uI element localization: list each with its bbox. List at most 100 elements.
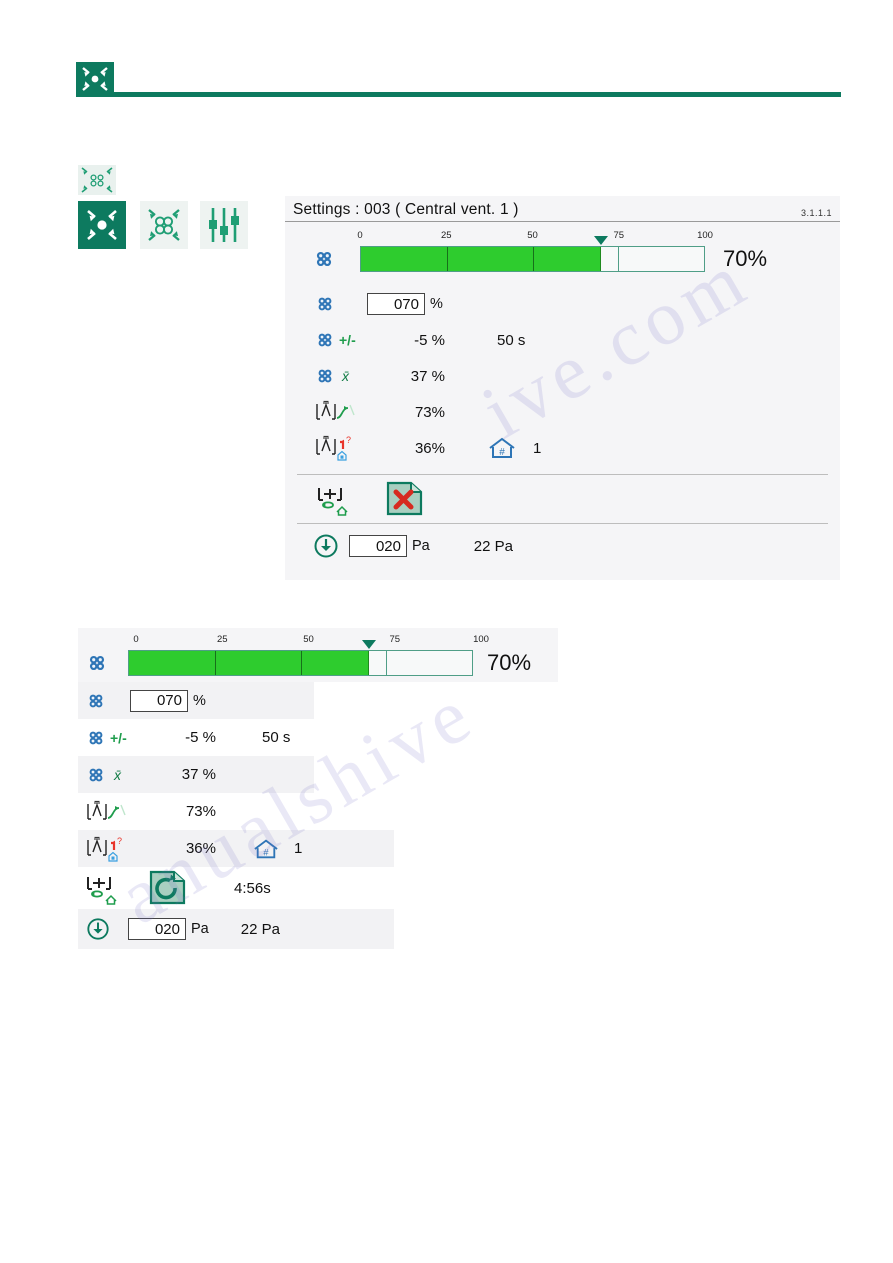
fan-delta-value: -5 % bbox=[414, 331, 445, 349]
bar-segment-divider bbox=[618, 246, 620, 272]
settings-panel: Settings : 003 ( Central vent. 1 ) 3.1.1… bbox=[285, 196, 840, 580]
pressure-actual-value: 22 Pa bbox=[240, 920, 280, 938]
fan-icon bbox=[78, 691, 120, 711]
fan-speed-bar-block: 0 25 50 75 100 70% bbox=[285, 222, 840, 272]
pressure-actual-value: 22 Pa bbox=[473, 537, 513, 555]
bar-tick: 25 bbox=[440, 230, 452, 241]
average-label: x̄ bbox=[342, 368, 349, 384]
fan-plusminus-icon: +/- bbox=[285, 330, 371, 350]
sliders-icon[interactable] bbox=[200, 201, 248, 249]
bar-tick: 50 bbox=[527, 230, 538, 241]
fan-icon bbox=[285, 294, 343, 314]
pressure-unit: Pa bbox=[191, 921, 209, 937]
fan-average-icon: x̄ bbox=[78, 765, 154, 785]
bar-marker-icon bbox=[594, 236, 609, 245]
bar-tick: 75 bbox=[389, 634, 401, 645]
table-row: +/- -5 % 50 s bbox=[285, 322, 840, 358]
svg-text:?: ? bbox=[346, 435, 351, 445]
curve-query-value: 36% bbox=[414, 439, 445, 457]
curve-rise-icon bbox=[285, 399, 371, 425]
plusminus-label: +/- bbox=[110, 729, 127, 746]
fan-speed-bar[interactable] bbox=[360, 236, 705, 272]
table-row: 020 Pa 22 Pa bbox=[285, 524, 840, 568]
fan-speed-bar[interactable] bbox=[128, 640, 473, 676]
fan-contract-icon[interactable] bbox=[140, 201, 188, 249]
bar-segment-divider bbox=[300, 651, 302, 675]
table-row bbox=[285, 475, 840, 523]
header-divider bbox=[76, 92, 841, 97]
table-row: 73% bbox=[285, 394, 840, 430]
vent-cross-icon bbox=[82, 67, 108, 91]
fan-setpoint-unit: % bbox=[430, 296, 443, 312]
loop-house-icon bbox=[285, 482, 371, 516]
fan-delta-value: -5 % bbox=[185, 729, 216, 746]
pressure-unit: Pa bbox=[412, 538, 430, 554]
table-row: +/- -5 % 50 s bbox=[78, 719, 394, 756]
bar-segment-divider bbox=[532, 247, 534, 271]
fan-delta-time: 50 s bbox=[497, 331, 526, 349]
fan-speed-value: 70% bbox=[487, 650, 532, 675]
curve-rise-value: 73% bbox=[185, 803, 216, 820]
curve-query-house-icon: ? bbox=[78, 834, 154, 864]
bar-fill bbox=[129, 651, 370, 675]
fan-average-value: 37 % bbox=[181, 766, 216, 783]
table-row: 020 Pa 22 Pa bbox=[78, 909, 394, 949]
pressure-down-icon bbox=[78, 917, 124, 941]
svg-text:#: # bbox=[499, 447, 505, 458]
table-row: ? 36% # 1 bbox=[285, 430, 840, 466]
dot-contract-icon[interactable] bbox=[78, 201, 126, 249]
bar-segment-divider bbox=[446, 247, 448, 271]
fan-plusminus-icon: +/- bbox=[78, 728, 154, 748]
fan-speed-row: 70% bbox=[307, 236, 840, 272]
curve-rise-value: 73% bbox=[414, 403, 445, 421]
fan-average-icon: x̄ bbox=[285, 366, 371, 386]
settings-panel-detail: 0 25 50 75 100 70% 070 % +/- -5 % 50 s x… bbox=[78, 628, 558, 949]
svg-text:?: ? bbox=[117, 836, 122, 846]
svg-text:#: # bbox=[263, 847, 269, 857]
bar-fill bbox=[361, 247, 602, 271]
average-label: x̄ bbox=[114, 766, 121, 783]
table-row: x̄ 37 % bbox=[285, 358, 840, 394]
panel-title-bar: Settings : 003 ( Central vent. 1 ) 3.1.1… bbox=[285, 196, 840, 222]
document-refresh-icon[interactable] bbox=[148, 870, 188, 906]
curve-query-value: 36% bbox=[185, 840, 216, 857]
pressure-down-icon bbox=[285, 533, 343, 559]
bar-tick: 50 bbox=[303, 634, 314, 645]
table-row: x̄ 37 % bbox=[78, 756, 314, 793]
house-hash-icon: # bbox=[487, 435, 517, 461]
fan-delta-time: 50 s bbox=[262, 729, 291, 746]
purge-time-value: 4:56s bbox=[234, 879, 271, 897]
pressure-setpoint-input[interactable]: 020 bbox=[128, 918, 186, 940]
document-x-icon[interactable] bbox=[385, 481, 425, 517]
table-row: 73% bbox=[78, 793, 314, 830]
loop-house-icon bbox=[78, 871, 146, 905]
fan-setpoint-input[interactable]: 070 bbox=[130, 689, 188, 712]
fan-setpoint-input[interactable]: 070 bbox=[367, 293, 425, 315]
house-count-value: 1 bbox=[294, 840, 303, 857]
bar-marker-icon bbox=[362, 640, 377, 649]
bar-tick: 100 bbox=[697, 230, 713, 241]
fan-icon bbox=[78, 652, 128, 674]
curve-query-house-icon: ? bbox=[285, 433, 371, 463]
bar-tick-row: 0 25 50 75 100 bbox=[357, 228, 713, 246]
pressure-setpoint-input[interactable]: 020 bbox=[349, 535, 407, 557]
page-title: Settings : 003 ( Central vent. 1 ) bbox=[293, 201, 519, 218]
house-hash-icon: # bbox=[252, 837, 280, 861]
panel-code: 3.1.1.1 bbox=[800, 208, 832, 218]
fan-speed-row-2: 70% bbox=[78, 640, 558, 682]
table-row: 4:56s bbox=[78, 867, 394, 909]
bar-tick: 0 bbox=[133, 634, 139, 645]
bar-segment-divider bbox=[386, 650, 388, 676]
fan-average-value: 37 % bbox=[410, 367, 445, 385]
bar-tick-row: 0 25 50 75 100 bbox=[133, 632, 489, 650]
table-row: ? 36% # 1 bbox=[78, 830, 394, 867]
fan-contract-small-icon[interactable] bbox=[78, 165, 116, 195]
plusminus-label: +/- bbox=[339, 332, 356, 348]
header-logo bbox=[76, 62, 114, 96]
fan-icon bbox=[307, 248, 360, 270]
curve-rise-icon bbox=[78, 799, 154, 825]
fan-speed-value: 70% bbox=[723, 246, 768, 271]
fan-speed-bar-block-2: 0 25 50 75 100 70% bbox=[78, 628, 558, 682]
bar-tick: 25 bbox=[216, 634, 228, 645]
bar-tick: 100 bbox=[473, 634, 489, 645]
